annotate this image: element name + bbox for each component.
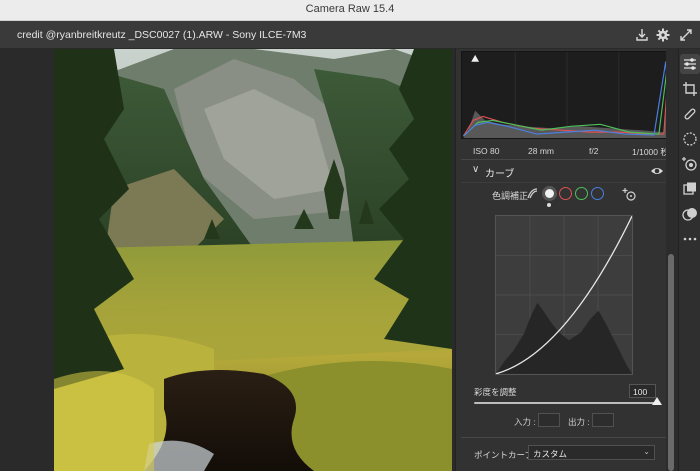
- point-curve-select[interactable]: カスタム ⌄: [528, 445, 655, 460]
- gear-icon[interactable]: [655, 27, 671, 43]
- scrollbar-thumb[interactable]: [668, 254, 674, 471]
- file-toolbar: credit @ryanbreitkreutz _DSC0027 (1).ARW…: [0, 21, 700, 49]
- point-curve-icon[interactable]: [542, 186, 557, 201]
- more-icon[interactable]: [682, 231, 698, 247]
- exif-focal: 28 mm: [528, 146, 554, 156]
- target-adjust-icon[interactable]: [622, 186, 638, 202]
- divider: [461, 182, 669, 183]
- green-channel-button[interactable]: [575, 187, 588, 200]
- red-channel-button[interactable]: [559, 187, 572, 200]
- channel-parametric-icon[interactable]: [526, 187, 539, 200]
- selected-indicator: [547, 203, 551, 207]
- histogram: [461, 51, 674, 139]
- edit-sliders-icon[interactable]: [682, 56, 698, 72]
- saturation-value-field[interactable]: 100: [629, 384, 656, 398]
- input-field[interactable]: [538, 413, 560, 427]
- input-label: 入力 :: [514, 417, 536, 427]
- tone-adjust-label: 色調補正: [492, 191, 529, 201]
- divider: [461, 437, 669, 438]
- snapshots-icon[interactable]: [682, 181, 698, 197]
- point-curve-selected-value: カスタム: [533, 449, 568, 459]
- tone-curve-graph[interactable]: [495, 215, 633, 375]
- saturation-adjust-label: 彩度を調整: [474, 387, 517, 397]
- chevron-down-icon: ⌄: [643, 447, 650, 456]
- healing-icon[interactable]: [682, 106, 698, 122]
- curve-section-header[interactable]: ∨ カーブ: [456, 160, 679, 182]
- output-field[interactable]: [592, 413, 614, 427]
- redeye-icon[interactable]: [682, 156, 698, 172]
- app-title: Camera Raw 15.4: [305, 3, 395, 15]
- file-name-label: credit @ryanbreitkreutz _DSC0027 (1).ARW…: [17, 29, 307, 41]
- exif-info: ISO 80 28 mm f/2 1/1000 秒: [456, 142, 679, 160]
- curve-channel-row: 色調補正: [456, 185, 679, 207]
- crop-icon[interactable]: [682, 81, 698, 97]
- curve-section-title: カーブ: [485, 169, 515, 180]
- panel-scrollbar[interactable]: [666, 49, 678, 471]
- point-curve-label: ポイントカーブ: [474, 450, 533, 460]
- exif-aperture: f/2: [589, 146, 599, 156]
- shadow-clip-icon: [471, 54, 480, 62]
- chevron-down-icon[interactable]: ∨: [472, 164, 479, 175]
- exif-shutter: 1/1000 秒: [632, 147, 669, 157]
- blue-channel-button[interactable]: [591, 187, 604, 200]
- saturation-slider-track[interactable]: [474, 402, 658, 404]
- expand-icon[interactable]: [678, 27, 694, 43]
- tool-rail: [678, 49, 700, 471]
- window-title-bar: Camera Raw 15.4: [0, 0, 700, 21]
- masking-icon[interactable]: [682, 131, 698, 147]
- edit-panel: ISO 80 28 mm f/2 1/1000 秒 ∨ カーブ 色調補正 彩度を…: [455, 49, 678, 471]
- save-icon[interactable]: [634, 27, 650, 43]
- image-canvas[interactable]: [0, 49, 455, 471]
- eye-icon[interactable]: [650, 165, 664, 177]
- output-label: 出力 :: [568, 417, 590, 427]
- saturation-slider-thumb[interactable]: [652, 397, 662, 405]
- exif-iso: ISO 80: [473, 146, 500, 156]
- landscape-photo[interactable]: [54, 49, 452, 471]
- presets-icon[interactable]: [682, 206, 698, 222]
